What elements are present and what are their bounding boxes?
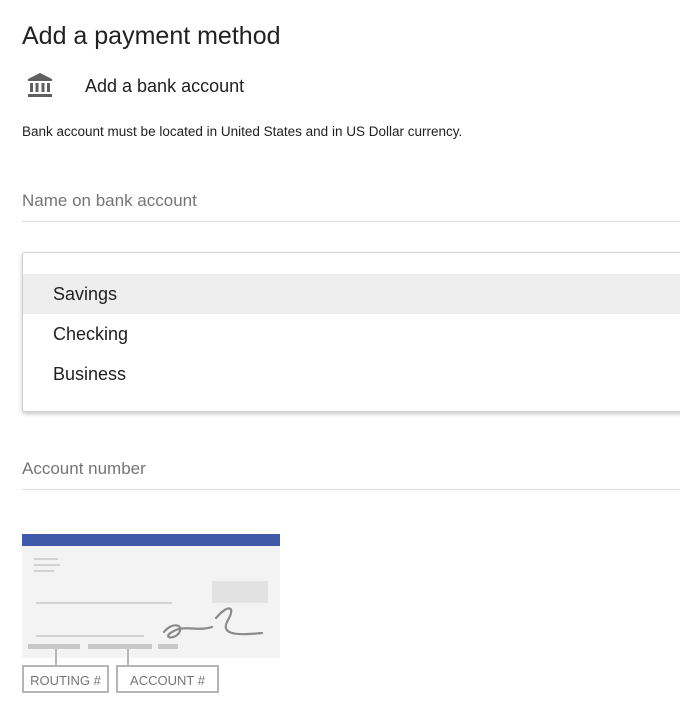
routing-number-label: ROUTING # <box>22 665 109 693</box>
location-notice: Bank account must be located in United S… <box>22 124 463 139</box>
account-number-input[interactable] <box>22 456 680 482</box>
bank-icon <box>28 73 52 97</box>
check-header-bar <box>22 534 280 546</box>
account-type-dropdown[interactable]: Savings Checking Business <box>22 252 680 412</box>
bank-account-method: Add a bank account <box>22 68 442 104</box>
dropdown-option-business[interactable]: Business <box>23 354 680 394</box>
dropdown-option-savings[interactable]: Savings <box>23 274 680 314</box>
page-title: Add a payment method <box>22 22 281 50</box>
account-number-field[interactable] <box>22 456 680 490</box>
account-number-label: ACCOUNT # <box>116 665 219 693</box>
dropdown-option-checking[interactable]: Checking <box>23 314 680 354</box>
method-label: Add a bank account <box>85 76 245 96</box>
name-on-account-field[interactable] <box>22 188 680 222</box>
name-on-account-input[interactable] <box>22 188 680 214</box>
